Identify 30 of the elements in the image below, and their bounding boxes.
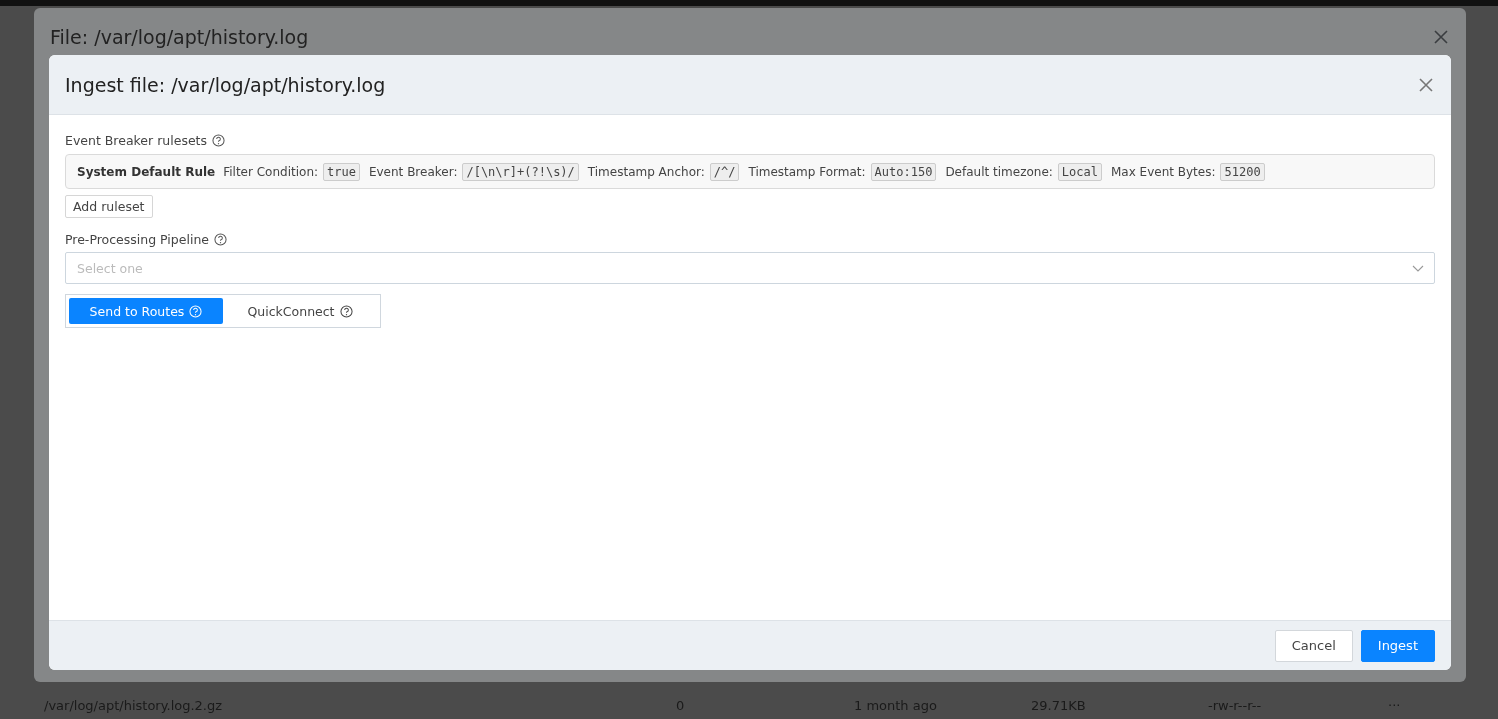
setting-label: Max Event Bytes:	[1110, 164, 1216, 179]
close-icon[interactable]	[1419, 77, 1433, 92]
setting-value: Auto:150	[870, 162, 937, 181]
field-label: Pre-Processing Pipeline	[65, 232, 210, 247]
ruleset-row[interactable]: System Default Rule Filter Condition: true Event Breaker: /[\n\r]+(?!\s)/ Timestamp Anchor: /^/ Timestamp Format: Auto:150 Default timezone: Local Max Event Bytes: 51200	[65, 154, 1435, 189]
setting-value: 51200	[1220, 162, 1265, 181]
ruleset-name: System Default Rule	[77, 164, 216, 179]
setting-label: Default timezone:	[945, 164, 1053, 179]
dialog-title: File: /var/log/apt/history.log	[50, 26, 309, 48]
dialog-title: Ingest file: /var/log/apt/history.log	[65, 73, 386, 96]
ingest-button[interactable]: Ingest	[1360, 629, 1435, 662]
mode-tab[interactable]: Send to Routes	[69, 298, 223, 324]
help-icon	[189, 304, 203, 318]
add-ruleset-button[interactable]: Add ruleset	[65, 195, 153, 218]
cancel-button[interactable]: Cancel	[1274, 629, 1353, 662]
setting-value: /[\n\r]+(?!\s)/	[462, 162, 579, 181]
help-icon	[339, 304, 353, 318]
chevron-down-icon	[1412, 265, 1424, 272]
setting-label: Event Breaker:	[368, 164, 458, 179]
setting-value: /^/	[709, 162, 740, 181]
field-label: Event Breaker rulesets	[65, 133, 207, 148]
setting-value: true	[323, 162, 360, 181]
help-icon[interactable]	[214, 233, 228, 246]
setting-label: Filter Condition:	[223, 164, 319, 179]
pipeline-select[interactable]: Select one	[65, 252, 1435, 284]
help-icon[interactable]	[212, 134, 225, 147]
setting-label: Timestamp Format:	[748, 164, 866, 179]
setting-label: Timestamp Anchor:	[587, 164, 705, 179]
setting-value: Local	[1057, 162, 1102, 181]
close-icon[interactable]	[1434, 30, 1448, 44]
